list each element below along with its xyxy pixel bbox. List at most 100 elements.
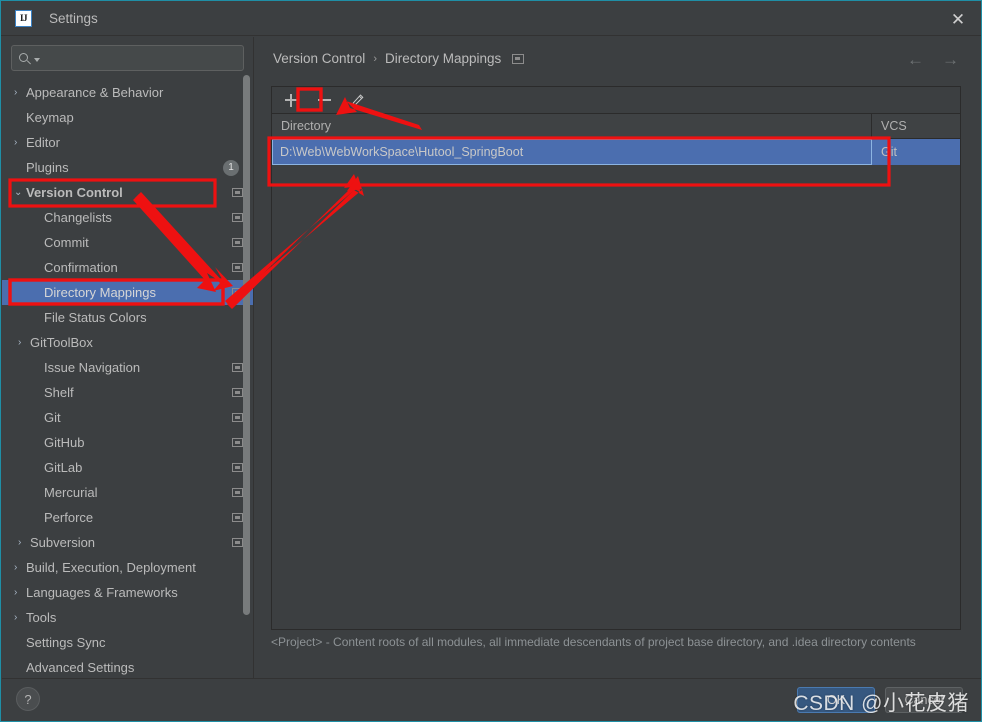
- sidebar-item-label: Shelf: [44, 385, 74, 400]
- column-header-vcs[interactable]: VCS: [872, 114, 960, 138]
- breadcrumb-separator-icon: ›: [373, 52, 377, 65]
- project-scope-icon: [232, 238, 243, 247]
- sidebar-item-build-execution-deployment[interactable]: › Build, Execution, Deployment: [2, 555, 253, 580]
- breadcrumb-parent[interactable]: Version Control: [273, 51, 365, 66]
- sidebar-item-file-status-colors[interactable]: ›File Status Colors: [2, 305, 253, 330]
- chevron-right-icon[interactable]: ›: [18, 537, 30, 548]
- chevron-right-icon[interactable]: ›: [14, 87, 26, 98]
- sidebar-item-subversion[interactable]: › Subversion: [2, 530, 253, 555]
- cell-vcs[interactable]: Git: [872, 139, 960, 165]
- sidebar-item-label: Commit: [44, 235, 89, 250]
- chevron-right-icon[interactable]: ›: [14, 562, 26, 573]
- main-panel: Version Control › Directory Mappings ← →: [255, 37, 981, 679]
- sidebar-item-git[interactable]: ›Git: [2, 405, 253, 430]
- sidebar-item-label: Keymap: [26, 110, 74, 125]
- cancel-button[interactable]: Cancel: [885, 687, 963, 713]
- chevron-right-icon[interactable]: ›: [14, 612, 26, 623]
- sidebar-item-gitlab[interactable]: ›GitLab: [2, 455, 253, 480]
- project-scope-icon: [232, 263, 243, 272]
- search-container: [2, 37, 253, 77]
- sidebar-item-label: Appearance & Behavior: [26, 85, 164, 100]
- sidebar-item-directory-mappings[interactable]: ›Directory Mappings: [2, 280, 253, 305]
- project-scope-icon: [232, 288, 243, 297]
- sidebar-item-commit[interactable]: ›Commit: [2, 230, 253, 255]
- sidebar-item-label: Languages & Frameworks: [26, 585, 178, 600]
- sidebar-item-label: Perforce: [44, 510, 94, 525]
- sidebar-item-version-control[interactable]: ⌄ Version Control: [2, 180, 253, 205]
- help-button[interactable]: ?: [16, 687, 40, 711]
- table-footer-note: <Project> - Content roots of all modules…: [271, 635, 916, 649]
- project-scope-icon: [232, 388, 243, 397]
- sidebar-item-languages-frameworks[interactable]: › Languages & Frameworks: [2, 580, 253, 605]
- sidebar-item-github[interactable]: ›GitHub: [2, 430, 253, 455]
- sidebar-item-label: Mercurial: [44, 485, 98, 500]
- sidebar-item-appearance-behavior[interactable]: › Appearance & Behavior: [2, 80, 253, 105]
- sidebar-item-label: Directory Mappings: [44, 285, 156, 300]
- project-scope-icon: [232, 213, 243, 222]
- sidebar-scrollbar[interactable]: [243, 75, 250, 615]
- close-icon[interactable]: ✕: [945, 6, 971, 32]
- sidebar-item-tools[interactable]: › Tools: [2, 605, 253, 630]
- sidebar-item-shelf[interactable]: ›Shelf: [2, 380, 253, 405]
- remove-mapping-button[interactable]: [314, 90, 334, 110]
- project-scope-icon: [232, 438, 243, 447]
- search-input[interactable]: [40, 51, 236, 65]
- project-scope-icon: [232, 363, 243, 372]
- sidebar-item-plugins[interactable]: ›Plugins1: [2, 155, 253, 180]
- project-scope-icon: [232, 488, 243, 497]
- forward-arrow-icon[interactable]: →: [942, 51, 959, 68]
- mappings-table-card: Directory VCS D:\Web\WebWorkSpace\Hutool…: [271, 86, 961, 630]
- ok-button[interactable]: OK: [797, 687, 875, 713]
- intellij-logo-icon: IJ: [15, 9, 32, 27]
- table-toolbar: [272, 87, 960, 114]
- sidebar-item-label: File Status Colors: [44, 310, 147, 325]
- edit-mapping-button[interactable]: [347, 90, 367, 110]
- chevron-right-icon[interactable]: ›: [18, 337, 30, 348]
- title-bar: IJ Settings ✕: [1, 1, 981, 36]
- sidebar-item-label: Advanced Settings: [26, 660, 135, 675]
- sidebar-item-perforce[interactable]: ›Perforce: [2, 505, 253, 530]
- table-header-row: Directory VCS: [272, 114, 960, 139]
- sidebar-item-label: GitLab: [44, 460, 83, 475]
- back-arrow-icon[interactable]: ←: [907, 51, 924, 68]
- sidebar-item-label: Issue Navigation: [44, 360, 141, 375]
- sidebar-item-label: Confirmation: [44, 260, 118, 275]
- sidebar-item-keymap[interactable]: ›Keymap: [2, 105, 253, 130]
- sidebar-item-label: Subversion: [30, 535, 96, 550]
- sidebar-item-editor[interactable]: › Editor: [2, 130, 253, 155]
- chevron-down-icon[interactable]: ⌄: [14, 187, 26, 198]
- sidebar-item-label: Version Control: [26, 185, 123, 200]
- settings-sidebar: ›Appearance & Behavior›Keymap›Editor›Plu…: [2, 37, 254, 679]
- settings-tree: ›Appearance & Behavior›Keymap›Editor›Plu…: [2, 80, 253, 680]
- add-mapping-button[interactable]: [281, 90, 301, 110]
- sidebar-item-issue-navigation[interactable]: ›Issue Navigation: [2, 355, 253, 380]
- sidebar-item-label: Settings Sync: [26, 635, 106, 650]
- project-scope-icon: [232, 463, 243, 472]
- table-body: D:\Web\WebWorkSpace\Hutool_SpringBoot Git: [272, 139, 960, 165]
- sidebar-item-label: GitToolBox: [30, 335, 93, 350]
- project-scope-icon: [512, 53, 525, 64]
- sidebar-item-mercurial[interactable]: ›Mercurial: [2, 480, 253, 505]
- sidebar-item-label: Tools: [26, 610, 57, 625]
- sidebar-item-label: Editor: [26, 135, 60, 150]
- plugins-update-badge: 1: [223, 159, 239, 176]
- sidebar-item-gittoolbox[interactable]: › GitToolBox: [2, 330, 253, 355]
- cell-directory[interactable]: D:\Web\WebWorkSpace\Hutool_SpringBoot: [272, 139, 872, 165]
- table-row[interactable]: D:\Web\WebWorkSpace\Hutool_SpringBoot Git: [272, 139, 960, 165]
- sidebar-item-advanced-settings[interactable]: ›Advanced Settings: [2, 655, 253, 680]
- dialog-buttons: OK Cancel: [797, 687, 963, 713]
- project-scope-icon: [232, 513, 243, 522]
- sidebar-item-label: Git: [44, 410, 61, 425]
- search-icon: [19, 52, 32, 65]
- column-header-directory[interactable]: Directory: [272, 114, 872, 138]
- search-box[interactable]: [11, 45, 244, 71]
- dialog-bottom-bar: ? OK Cancel: [2, 678, 981, 720]
- chevron-right-icon[interactable]: ›: [14, 137, 26, 148]
- window-title: Settings: [49, 10, 98, 26]
- breadcrumb-current: Directory Mappings: [384, 51, 502, 66]
- settings-dialog: IJ Settings ✕ ›Appearance & Behavior›Key…: [0, 0, 982, 722]
- sidebar-item-confirmation[interactable]: ›Confirmation: [2, 255, 253, 280]
- chevron-right-icon[interactable]: ›: [14, 587, 26, 598]
- sidebar-item-settings-sync[interactable]: ›Settings Sync: [2, 630, 253, 655]
- sidebar-item-changelists[interactable]: ›Changelists: [2, 205, 253, 230]
